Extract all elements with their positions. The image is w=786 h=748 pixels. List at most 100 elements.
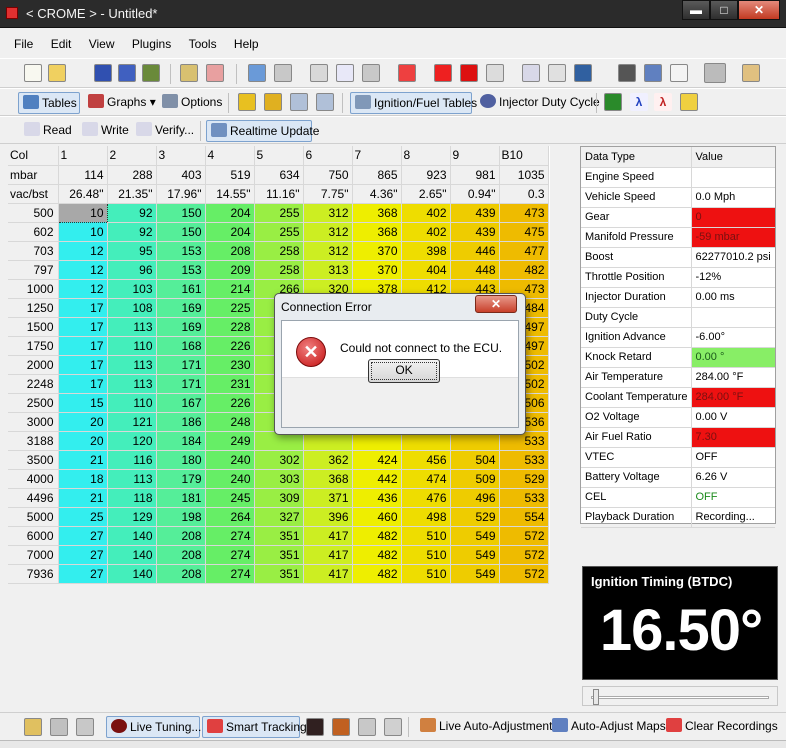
map-cell[interactable]: 10	[58, 222, 108, 242]
map-cell[interactable]: 264	[205, 507, 255, 527]
map-cell[interactable]: 27	[58, 564, 108, 584]
mbar-cell[interactable]: 114	[58, 165, 108, 185]
map-cell[interactable]: 368	[303, 469, 353, 489]
map-cell[interactable]: 228	[205, 317, 255, 337]
map-cell[interactable]: 208	[205, 241, 255, 261]
mbar-cell[interactable]: 865	[352, 165, 402, 185]
map-cell[interactable]: 312	[303, 203, 353, 223]
open-folder-icon[interactable]	[48, 64, 66, 82]
minimize-button[interactable]: ▬	[682, 0, 710, 20]
map-cell[interactable]: 171	[156, 374, 206, 394]
verify-button[interactable]: Verify...	[132, 120, 194, 142]
map-cell[interactable]: 15	[58, 393, 108, 413]
column-header[interactable]: 5	[254, 146, 304, 166]
rpm-row-header[interactable]: 2500	[8, 393, 59, 413]
map-cell[interactable]: 226	[205, 393, 255, 413]
close-button[interactable]: ✕	[738, 0, 780, 20]
map-cell[interactable]: 482	[499, 260, 549, 280]
save-as-icon[interactable]	[118, 64, 136, 82]
mbar-cell[interactable]: 634	[254, 165, 304, 185]
map-cell[interactable]: 313	[303, 260, 353, 280]
map-cell[interactable]: 258	[254, 260, 304, 280]
map-cell[interactable]: 121	[107, 412, 157, 432]
map-cell[interactable]: 17	[58, 298, 108, 318]
map-cell[interactable]: 370	[352, 260, 402, 280]
map-cell[interactable]: 12	[58, 260, 108, 280]
menu-tools[interactable]: Tools	[182, 34, 224, 51]
map-cell[interactable]: 240	[205, 450, 255, 470]
mbar-cell[interactable]: 288	[107, 165, 157, 185]
rpm-row-header[interactable]: 797	[8, 260, 59, 280]
map-cell[interactable]: 240	[205, 469, 255, 489]
map-cell[interactable]: 248	[205, 412, 255, 432]
map-cell[interactable]: 351	[254, 545, 304, 565]
clear-recordings-button[interactable]: Clear Recordings	[662, 716, 778, 738]
map-cell[interactable]: 225	[205, 298, 255, 318]
mbar-label[interactable]: mbar	[8, 165, 59, 185]
map-cell[interactable]: 482	[352, 564, 402, 584]
lightning-icon[interactable]	[238, 93, 256, 111]
tree-icon[interactable]	[604, 93, 622, 111]
column-header[interactable]: Data Type	[581, 147, 692, 168]
map-cell[interactable]: 108	[107, 298, 157, 318]
map-cell[interactable]: 460	[352, 507, 402, 527]
map-cell[interactable]: 179	[156, 469, 206, 489]
map-cell[interactable]: 417	[303, 526, 353, 546]
map-cell[interactable]: 474	[401, 469, 451, 489]
lambda-red-icon[interactable]: λ	[654, 93, 672, 111]
map-cell[interactable]: 116	[107, 450, 157, 470]
rpm-row-header[interactable]: 1250	[8, 298, 59, 318]
realtime-update-button[interactable]: Realtime Update	[206, 120, 319, 142]
map-cell[interactable]: 439	[450, 203, 500, 223]
map-cell[interactable]: 249	[205, 431, 255, 451]
vacbst-cell[interactable]: 21.35"	[107, 184, 157, 204]
map-cell[interactable]: 302	[254, 450, 304, 470]
save-icon[interactable]	[94, 64, 112, 82]
map-cell[interactable]: 120	[107, 431, 157, 451]
vacbst-cell[interactable]: 4.36"	[352, 184, 402, 204]
map-cell[interactable]: 184	[156, 431, 206, 451]
rpm-row-header[interactable]: 1750	[8, 336, 59, 356]
rpm-row-header[interactable]: 1500	[8, 317, 59, 337]
map-cell[interactable]: 477	[499, 241, 549, 261]
map-cell[interactable]: 21	[58, 488, 108, 508]
map-cell[interactable]: 476	[401, 488, 451, 508]
map-cell[interactable]: 475	[499, 222, 549, 242]
map-cell[interactable]: 186	[156, 412, 206, 432]
map-cell[interactable]: 258	[254, 241, 304, 261]
rpm-row-header[interactable]: 4496	[8, 488, 59, 508]
rpm-row-header[interactable]: 5000	[8, 507, 59, 527]
vacbst-cell[interactable]: 26.48"	[58, 184, 108, 204]
map-cell[interactable]: 169	[156, 317, 206, 337]
column-header[interactable]: B10	[499, 146, 549, 166]
vacbst-cell[interactable]: 7.75"	[303, 184, 353, 204]
fill-icon[interactable]	[574, 64, 592, 82]
map-cell[interactable]: 27	[58, 545, 108, 565]
map-cell[interactable]: 10	[57, 202, 108, 223]
injector-duty-cycle-button[interactable]: Injector Duty Cycle	[476, 92, 600, 114]
map-cell[interactable]: 12	[58, 279, 108, 299]
map-cell[interactable]: 509	[450, 469, 500, 489]
rpm-row-header[interactable]: 6000	[8, 526, 59, 546]
rpm-row-header[interactable]: 500	[8, 203, 59, 223]
rpm-row-header[interactable]: 3188	[8, 431, 59, 451]
paste-icon[interactable]	[362, 64, 380, 82]
map-cell[interactable]: 140	[107, 564, 157, 584]
map-cell[interactable]: 496	[450, 488, 500, 508]
undo-icon[interactable]	[248, 64, 266, 82]
rpm-row-header[interactable]: 602	[8, 222, 59, 242]
map-cell[interactable]: 169	[156, 298, 206, 318]
map-cell[interactable]: 17	[58, 317, 108, 337]
injector-alt-icon[interactable]	[316, 93, 334, 111]
map-cell[interactable]: 446	[450, 241, 500, 261]
live-auto-adjustments-button[interactable]: Live Auto-Adjustments	[416, 716, 558, 738]
vacbst-cell[interactable]: 0.3	[499, 184, 549, 204]
menu-view[interactable]: View	[82, 34, 122, 51]
map-cell[interactable]: 554	[499, 507, 549, 527]
map-cell[interactable]: 17	[58, 355, 108, 375]
map-cell[interactable]: 113	[107, 317, 157, 337]
map-cell[interactable]: 442	[352, 469, 402, 489]
map-cell[interactable]: 510	[401, 545, 451, 565]
options-button[interactable]: Options	[158, 92, 222, 114]
map-cell[interactable]: 436	[352, 488, 402, 508]
